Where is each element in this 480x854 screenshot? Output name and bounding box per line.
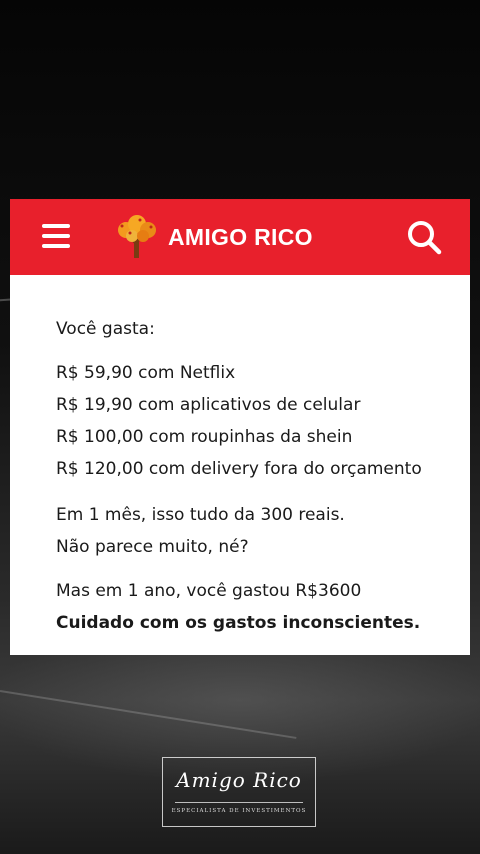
- expense-item: R$ 59,90 com Netflix: [56, 363, 236, 383]
- expense-item: R$ 120,00 com delivery fora do orçamento: [56, 459, 422, 479]
- tree-icon: [118, 215, 156, 258]
- expense-item: R$ 100,00 com roupinhas da shein: [56, 427, 353, 447]
- signature-name: Amigo Rico: [176, 768, 302, 792]
- yearly-total-text: Mas em 1 ano, você gastou R$3600: [56, 581, 362, 601]
- question-text: Não parece muito, né?: [56, 537, 249, 557]
- post-content: Você gasta: R$ 59,90 com Netflix R$ 19,9…: [10, 275, 470, 639]
- app-header: AMIGO RICO: [10, 199, 470, 275]
- signature-subtitle: ESPECIALISTA DE INVESTIMENTOS: [171, 808, 307, 814]
- search-icon[interactable]: [406, 219, 442, 255]
- brand-logo[interactable]: AMIGO RICO: [116, 211, 313, 263]
- post-card: AMIGO RICO Você gasta: R$ 59,90 com Netf…: [10, 199, 470, 655]
- brand-name: AMIGO RICO: [168, 223, 313, 250]
- monthly-total-text: Em 1 mês, isso tudo da 300 reais.: [56, 505, 345, 525]
- signature-divider: [175, 802, 303, 803]
- warning-text: Cuidado com os gastos inconscientes.: [56, 613, 421, 633]
- hamburger-menu-icon[interactable]: [42, 224, 70, 248]
- intro-text: Você gasta:: [56, 319, 155, 339]
- signature-logo: Amigo Rico ESPECIALISTA DE INVESTIMENTOS: [162, 757, 316, 827]
- expense-item: R$ 19,90 com aplicativos de celular: [56, 395, 361, 415]
